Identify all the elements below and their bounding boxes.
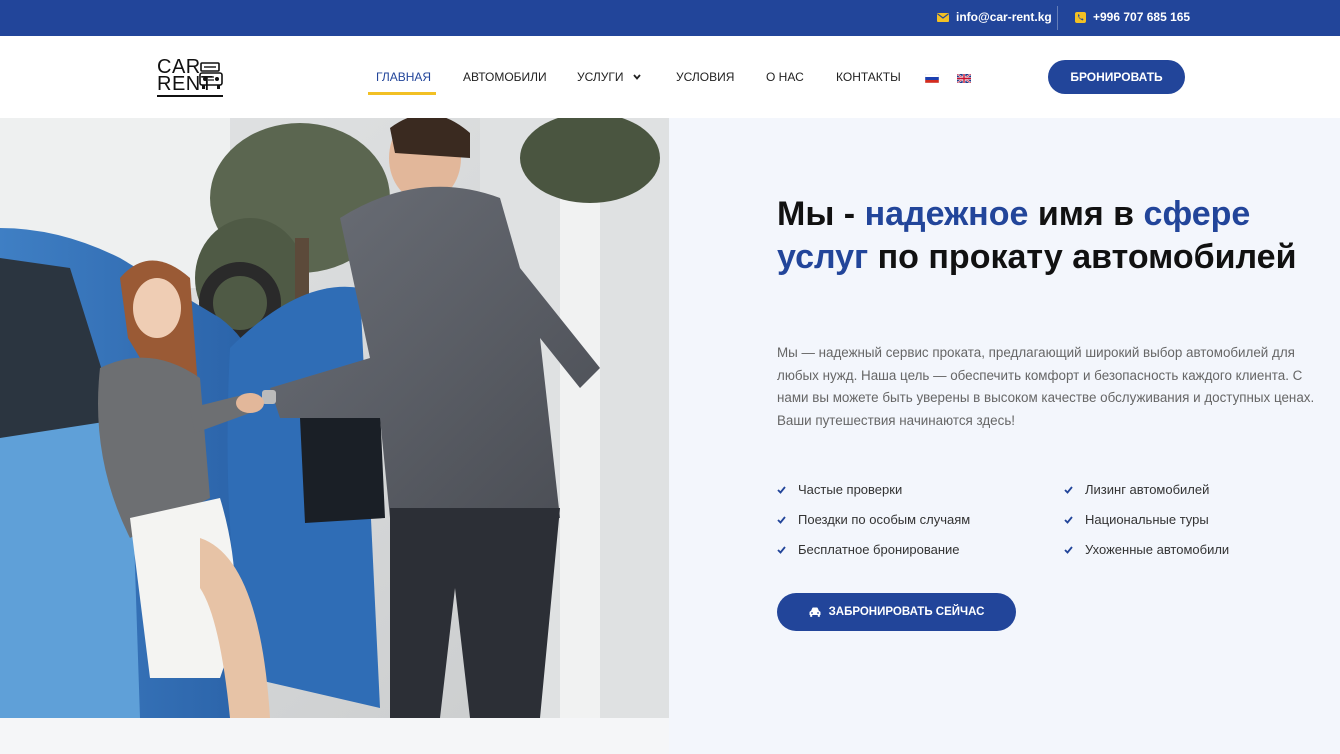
headline-part-3: по прокату автомобилей (868, 238, 1297, 276)
nav-about[interactable]: О НАС (766, 70, 804, 84)
email-link[interactable]: info@car-rent.kg (937, 10, 1052, 24)
hero-photo (0, 118, 669, 718)
check-icon (1064, 515, 1073, 524)
phone-link[interactable]: +996 707 685 165 (1075, 10, 1190, 24)
book-now-button[interactable]: ЗАБРОНИРОВАТЬ СЕЙЧАС (777, 593, 1016, 631)
active-nav-indicator (368, 92, 436, 95)
headline-part-2: имя в (1028, 195, 1144, 233)
phone-icon (1075, 11, 1086, 23)
feature-item: Лизинг автомобилей (1064, 482, 1209, 497)
feature-label: Ухоженные автомобили (1085, 542, 1230, 557)
headline-part-1: Мы - (777, 195, 865, 233)
nav-services-label: УСЛУГИ (577, 70, 624, 84)
nav-services[interactable]: УСЛУГИ (577, 70, 641, 84)
book-button[interactable]: БРОНИРОВАТЬ (1048, 60, 1185, 94)
nav-home[interactable]: ГЛАВНАЯ (376, 70, 431, 84)
feature-label: Поездки по особым случаям (798, 512, 971, 527)
envelope-icon (937, 12, 949, 22)
chevron-down-icon (633, 74, 641, 80)
bottom-strip (0, 718, 669, 754)
divider (1057, 6, 1058, 30)
book-now-label: ЗАБРОНИРОВАТЬ СЕЙЧАС (828, 606, 985, 618)
main-header: CAR RENT ГЛАВНАЯ АВТОМОБИЛИ УСЛУГИ УСЛОВ… (0, 36, 1340, 118)
feature-item: Поездки по особым случаям (777, 512, 970, 527)
headline-highlight-1: надежное (864, 195, 1029, 233)
feature-label: Частые проверки (798, 482, 903, 497)
feature-label: Лизинг автомобилей (1085, 482, 1210, 497)
en-flag-icon[interactable] (957, 74, 971, 83)
car-icon (809, 607, 821, 617)
check-icon (1064, 485, 1073, 494)
top-contact-bar: info@car-rent.kg +996 707 685 165 (0, 0, 1340, 36)
feature-label: Бесплатное бронирование (798, 542, 960, 557)
feature-item: Ухоженные автомобили (1064, 542, 1229, 557)
car-logo-icon (199, 62, 223, 89)
hero-headline: Мы - надежное имя в сфере услуг по прока… (777, 193, 1317, 279)
nav-cars[interactable]: АВТОМОБИЛИ (463, 70, 547, 84)
feature-label: Национальные туры (1085, 512, 1209, 527)
feature-item: Национальные туры (1064, 512, 1209, 527)
check-icon (777, 515, 786, 524)
check-icon (777, 545, 786, 554)
ru-flag-icon[interactable] (925, 74, 939, 83)
nav-terms[interactable]: УСЛОВИЯ (676, 70, 734, 84)
logo-underline (157, 95, 223, 97)
hero-description: Мы — надежный сервис проката, предлагающ… (777, 345, 1315, 428)
email-text: info@car-rent.kg (956, 10, 1052, 24)
check-icon (1064, 545, 1073, 554)
nav-contacts[interactable]: КОНТАКТЫ (836, 70, 901, 84)
check-icon (777, 485, 786, 494)
feature-item: Частые проверки (777, 482, 902, 497)
logo[interactable]: CAR RENT (157, 57, 227, 98)
phone-text: +996 707 685 165 (1093, 10, 1191, 24)
feature-item: Бесплатное бронирование (777, 542, 960, 557)
